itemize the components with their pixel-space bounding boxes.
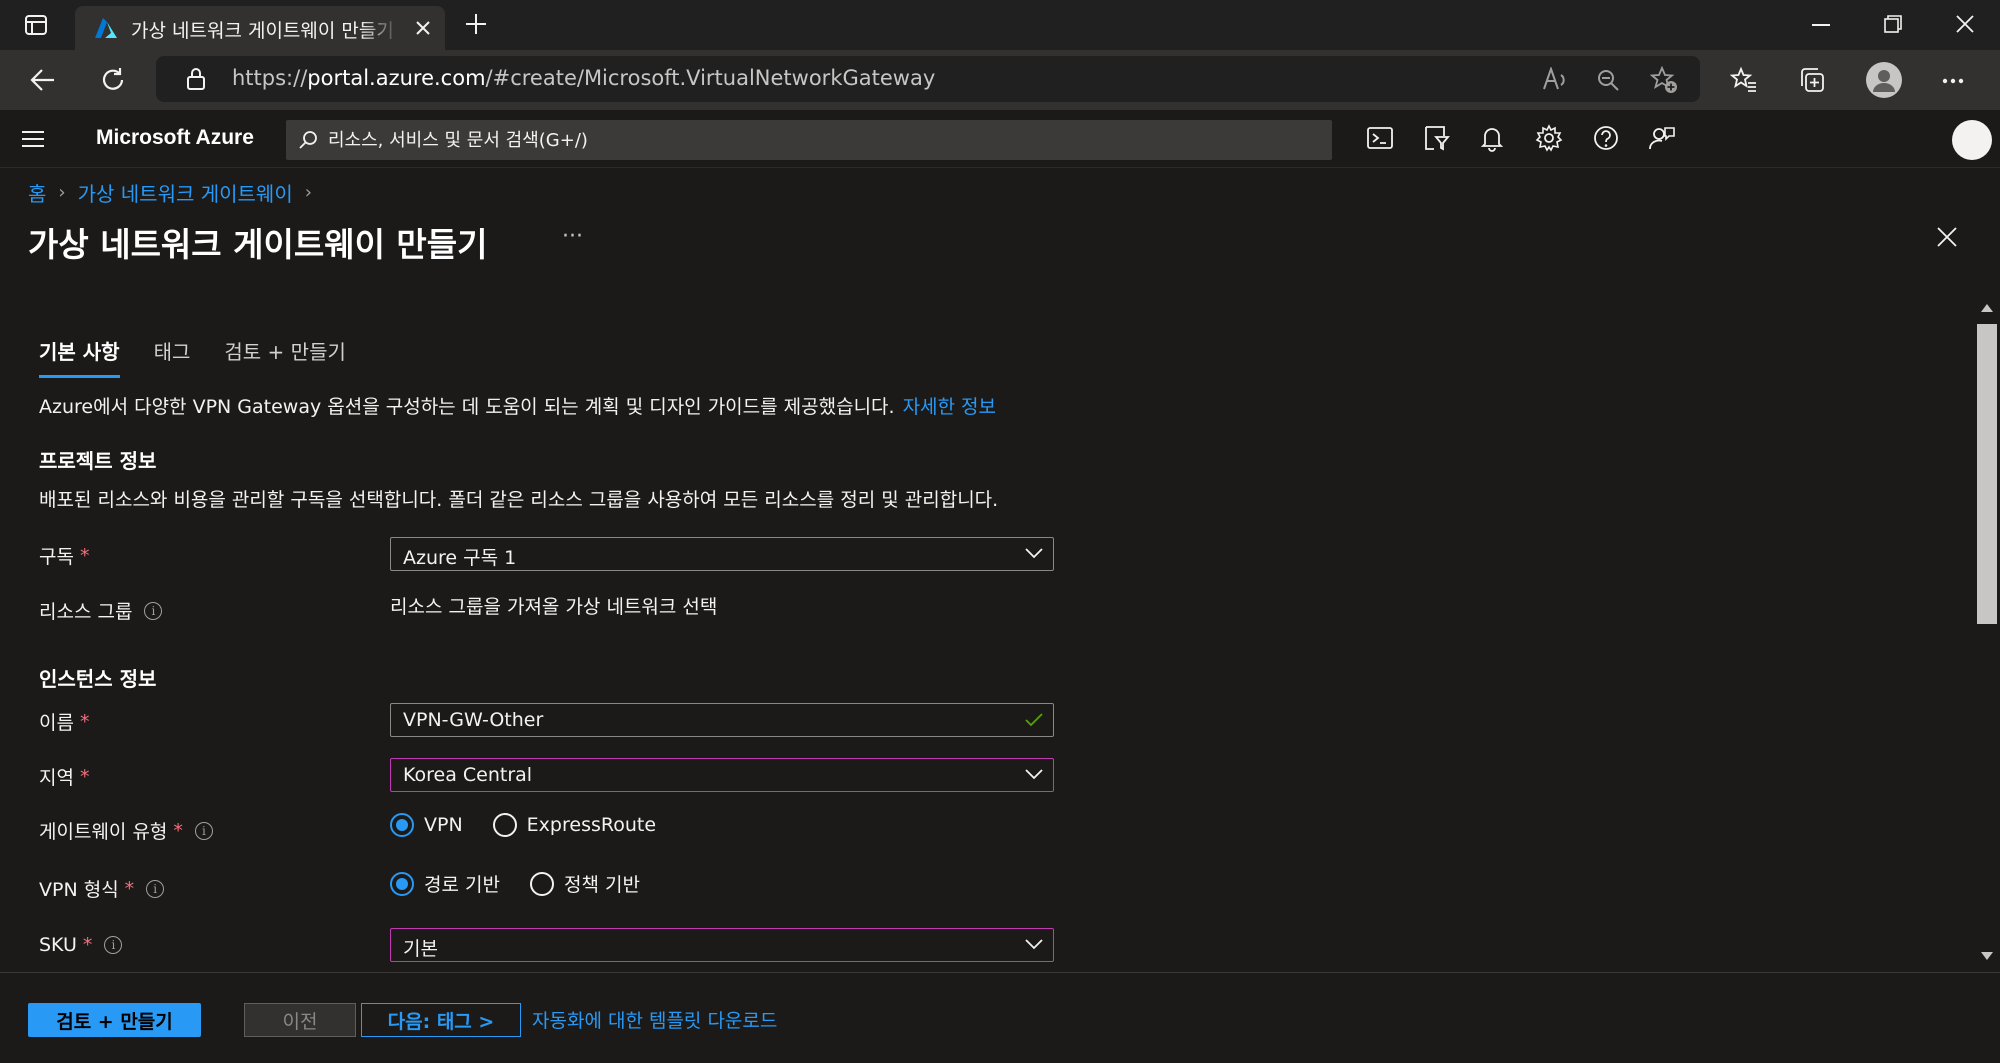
sku-label: SKU * i [39,934,123,956]
chevron-down-icon [1025,768,1043,780]
intro-text: Azure에서 다양한 VPN Gateway 옵션을 구성하는 데 도움이 되… [39,396,997,418]
learn-more-link[interactable]: 자세한 정보 [903,396,996,418]
project-details-heading: 프로젝트 정보 [39,449,157,473]
tab-title: 가상 네트워크 게이트웨이 만들기 [131,20,394,42]
name-value: VPN-GW-Other [403,709,544,731]
hamburger-menu-icon[interactable] [22,130,44,148]
zoom-out-icon[interactable] [1596,68,1620,92]
resource-group-value: 리소스 그룹을 가져올 가상 네트워크 선택 [390,596,718,618]
region-label: 지역 * [39,765,90,790]
tab-basics[interactable]: 기본 사항 [39,336,120,378]
vpn-type-label: VPN 형식 * i [39,875,165,902]
refresh-icon[interactable] [100,67,126,93]
notifications-icon[interactable] [1480,124,1512,156]
info-icon[interactable]: i [144,601,163,620]
help-icon[interactable] [1592,124,1624,156]
lock-icon[interactable] [186,67,206,91]
tab-tags[interactable]: 태그 [154,336,191,378]
next-tags-button[interactable]: 다음: 태그 > [361,1003,521,1037]
subscription-value: Azure 구독 1 [403,547,517,569]
close-tab-icon[interactable] [415,20,431,36]
search-input[interactable] [328,120,1308,160]
close-blade-icon[interactable] [1936,226,1958,248]
download-template-link[interactable]: 자동화에 대한 템플릿 다운로드 [532,1006,777,1033]
gateway-type-radiogroup: VPN ExpressRoute [390,813,656,837]
vpn-type-policy-based-radio[interactable] [529,871,554,896]
close-window-icon[interactable] [1956,15,1974,33]
wizard-footer: 검토 + 만들기 이전 다음: 태그 > 자동화에 대한 템플릿 다운로드 [0,972,2000,1063]
tab-review-create[interactable]: 검토 + 만들기 [224,336,345,378]
read-aloud-icon[interactable] [1542,67,1568,91]
chevron-down-icon [1025,547,1043,559]
azure-brand[interactable]: Microsoft Azure [96,126,254,150]
instance-details-heading: 인스턴스 정보 [39,667,157,691]
minimize-icon[interactable] [1812,24,1830,26]
gateway-type-label: 게이트웨이 유형 * i [39,817,213,844]
new-tab-icon[interactable] [464,12,488,36]
breadcrumb-vnet-gateways[interactable]: 가상 네트워크 게이트웨이 [78,178,293,207]
azure-top-bar: Microsoft Azure [0,112,2000,168]
restore-icon[interactable] [1884,15,1902,33]
add-favorite-icon[interactable] [1650,66,1678,94]
wizard-tabs: 기본 사항 태그 검토 + 만들기 [39,336,346,378]
chevron-right-icon: › [304,182,312,203]
search-icon [298,130,318,150]
sku-dropdown[interactable]: 기본 [390,928,1054,962]
chevron-down-icon [1025,938,1043,950]
settings-more-icon[interactable] [1942,78,1964,84]
region-value: Korea Central [403,764,533,786]
favorites-icon[interactable] [1730,66,1758,94]
collections-icon[interactable] [1798,66,1826,94]
feedback-icon[interactable] [1648,124,1680,156]
tab-actions-icon[interactable] [24,13,48,37]
chevron-right-icon: › [58,182,66,203]
resource-group-label: 리소스 그룹 i [39,597,163,624]
back-icon[interactable] [30,68,56,92]
sku-value: 기본 [403,938,438,960]
info-icon[interactable]: i [104,936,123,954]
previous-button[interactable]: 이전 [244,1003,356,1037]
global-search[interactable] [286,120,1332,160]
gateway-type-expressroute-label[interactable]: ExpressRoute [527,814,656,836]
scroll-up-icon[interactable] [1981,304,1993,312]
settings-gear-icon[interactable] [1535,124,1567,156]
review-create-button[interactable]: 검토 + 만들기 [28,1003,201,1037]
vpn-type-route-based-label[interactable]: 경로 기반 [424,870,500,897]
name-label: 이름 * [39,710,90,735]
info-icon[interactable]: i [146,879,165,898]
subscription-label: 구독 * [39,544,90,569]
gateway-type-vpn-radio[interactable] [390,813,414,837]
subscription-dropdown[interactable]: Azure 구독 1 [390,537,1054,571]
scrollbar-thumb[interactable] [1977,324,1997,624]
more-options-icon[interactable]: ··· [562,224,583,249]
azure-logo-icon [93,18,119,40]
directory-filter-icon[interactable] [1422,124,1454,156]
scroll-down-icon[interactable] [1981,952,1993,960]
profile-avatar[interactable] [1866,62,1902,98]
breadcrumb-home[interactable]: 홈 [28,178,46,207]
region-dropdown[interactable]: Korea Central [390,758,1054,792]
vpn-type-policy-based-label[interactable]: 정책 기반 [564,870,640,897]
page-title: 가상 네트워크 게이트웨이 만들기 [28,225,488,264]
gateway-type-expressroute-radio[interactable] [492,813,517,837]
browser-tab[interactable]: 가상 네트워크 게이트웨이 만들기 [75,6,445,50]
name-input[interactable]: VPN-GW-Other [390,703,1054,737]
browser-tab-strip: 가상 네트워크 게이트웨이 만들기 [0,0,2000,50]
account-avatar[interactable] [1952,120,1992,160]
cloud-shell-icon[interactable] [1366,124,1398,156]
vpn-type-route-based-radio[interactable] [390,871,414,896]
url-text[interactable]: https://portal.azure.com/#create/Microso… [232,66,935,90]
gateway-type-vpn-label[interactable]: VPN [424,814,463,836]
breadcrumb: 홈 › 가상 네트워크 게이트웨이 › [28,178,312,207]
info-icon[interactable]: i [194,821,213,840]
valid-check-icon [1025,713,1043,727]
project-details-description: 배포된 리소스와 비용을 관리할 구독을 선택합니다. 폴더 같은 리소스 그룹… [39,489,999,511]
vpn-type-radiogroup: 경로 기반 정책 기반 [390,870,640,897]
address-bar[interactable]: https://portal.azure.com/#create/Microso… [156,56,1700,102]
